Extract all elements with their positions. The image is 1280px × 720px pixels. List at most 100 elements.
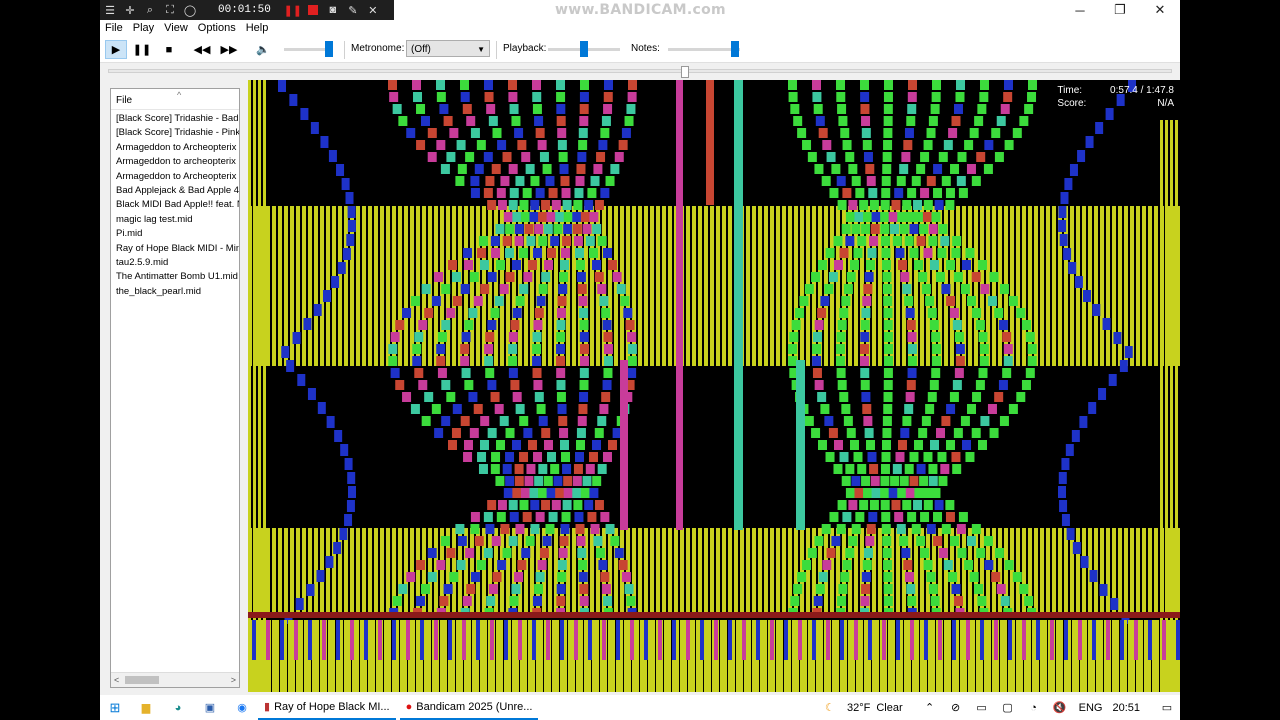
file-explorer-icon[interactable]: ▆: [130, 695, 162, 720]
scroll-thumb[interactable]: [125, 676, 159, 684]
note-bar: [1024, 104, 1034, 114]
file-list-item[interactable]: Armageddon to Archeopterix .: [116, 170, 239, 184]
camera-icon[interactable]: ◙: [323, 0, 343, 20]
note-bar: [815, 584, 825, 594]
pause-record-icon[interactable]: ❚❚: [283, 0, 303, 20]
note-bar: [881, 176, 891, 186]
crosshair-icon[interactable]: ✛: [120, 0, 140, 20]
notes-canvas: [248, 80, 1180, 692]
volume-button[interactable]: 🔈: [252, 40, 274, 59]
horizontal-scrollbar[interactable]: < >: [111, 672, 239, 687]
messenger-icon[interactable]: ◉: [226, 695, 258, 720]
file-list-item[interactable]: [Black Score] Tridashie - Bad A: [116, 112, 239, 126]
note-bar: [940, 236, 950, 246]
notes-slider-thumb[interactable]: [731, 41, 739, 57]
seek-thumb[interactable]: [681, 66, 689, 78]
file-list-item[interactable]: [Black Score] Tridashie - Pinkie: [116, 126, 239, 140]
note-bar: [857, 464, 867, 474]
menu-view[interactable]: View: [159, 20, 193, 37]
metronome-select[interactable]: (Off) ▼: [406, 40, 490, 57]
note-bar: [930, 104, 940, 114]
file-list-item[interactable]: Ray of Hope Black MIDI - Mine: [116, 242, 239, 256]
scroll-left-icon[interactable]: <: [114, 673, 119, 687]
edge-icon[interactable]: ◕: [162, 695, 194, 720]
chevron-up-icon[interactable]: ⌃: [917, 695, 943, 720]
file-list-item[interactable]: Pi.mid: [116, 227, 239, 241]
pause-button[interactable]: ❚❚: [131, 40, 153, 59]
notes-slider[interactable]: [668, 48, 740, 51]
scroll-right-icon[interactable]: >: [231, 673, 236, 687]
note-bar: [556, 368, 566, 378]
note-bar: [525, 164, 535, 174]
menu-play[interactable]: Play: [128, 20, 159, 37]
stop-button[interactable]: ■: [158, 40, 180, 59]
file-list-item[interactable]: the_black_pearl.mid: [116, 285, 239, 299]
note-bar: [888, 212, 898, 222]
language-indicator[interactable]: ENG: [1079, 702, 1103, 714]
note-bar: [557, 140, 567, 150]
volume-muted-icon[interactable]: 🔇: [1047, 695, 1073, 720]
note-bar: [991, 572, 1001, 582]
minimize-button[interactable]: ─: [1060, 0, 1100, 20]
note-bar: [1083, 290, 1092, 302]
note-bar: [975, 380, 985, 390]
play-button[interactable]: ▶: [105, 40, 127, 59]
fullscreen-icon[interactable]: ⛶: [160, 0, 180, 20]
note-bar: [414, 332, 424, 342]
weather-desc[interactable]: Clear: [876, 702, 902, 714]
note-bar: [1000, 104, 1010, 114]
weather-temp[interactable]: 32°F: [847, 702, 870, 714]
note-bar: [734, 80, 743, 530]
keyboard-top: [248, 612, 1180, 618]
file-list-item[interactable]: Armageddon to archeopterix .: [116, 155, 239, 169]
note-bar: [841, 296, 851, 306]
battery-icon[interactable]: ▭: [969, 695, 995, 720]
note-bar: [402, 392, 412, 402]
menu-icon[interactable]: ☰: [100, 0, 120, 20]
seek-bar[interactable]: [108, 69, 1172, 73]
start-button[interactable]: ⊞: [100, 695, 130, 720]
zoom-icon[interactable]: ⌕: [140, 0, 160, 20]
file-column-header[interactable]: File ^: [111, 89, 239, 110]
note-bar: [845, 464, 855, 474]
note-bar: [556, 332, 566, 342]
note-bar: [710, 206, 714, 366]
store-icon[interactable]: ▣: [194, 695, 226, 720]
note-bar: [899, 536, 909, 546]
drop-icon[interactable]: ◯: [180, 0, 200, 20]
notification-icon[interactable]: ▭: [1154, 695, 1180, 720]
weather-icon[interactable]: ☾: [819, 695, 841, 720]
note-bar: [883, 332, 893, 342]
taskbar-app-bandicam[interactable]: ● Bandicam 2025 (Unre...: [399, 695, 539, 720]
file-list-item[interactable]: magic lag test.mid: [116, 213, 239, 227]
volume-slider-thumb[interactable]: [325, 41, 333, 57]
note-bar: [509, 596, 519, 606]
stop-record-icon[interactable]: [307, 5, 318, 15]
file-list-item[interactable]: tau2.5.9.mid: [116, 256, 239, 270]
forward-button[interactable]: ▶▶: [218, 40, 240, 59]
close-recorder-icon[interactable]: ✕: [363, 0, 383, 20]
file-list-item[interactable]: Armageddon to Archeopterix .: [116, 141, 239, 155]
note-bar: [345, 192, 354, 204]
pen-icon[interactable]: ✎: [343, 0, 363, 20]
file-list-item[interactable]: Bad Applejack & Bad Apple 48: [116, 184, 239, 198]
note-bar: [1046, 206, 1050, 366]
clock[interactable]: 20:51: [1112, 702, 1140, 714]
menu-file[interactable]: File: [100, 20, 128, 37]
file-list-item[interactable]: Black MIDI Bad Apple!! feat. N: [116, 198, 239, 212]
rewind-button[interactable]: ◀◀: [191, 40, 213, 59]
network-off-icon[interactable]: ⊘: [943, 695, 969, 720]
close-button[interactable]: ✕: [1140, 0, 1180, 20]
note-bar: [456, 140, 466, 150]
wifi-icon[interactable]: ◔: [1021, 695, 1047, 720]
taskbar-app-midi-player[interactable]: ▮ Ray of Hope Black MI...: [258, 695, 396, 720]
playback-slider-thumb[interactable]: [580, 41, 588, 57]
file-list-item[interactable]: The Antimatter Bomb U1.mid: [116, 270, 239, 284]
note-bar: [850, 440, 859, 450]
piano-key: [288, 620, 295, 692]
maximize-button[interactable]: ❐: [1100, 0, 1140, 20]
note-bar: [484, 80, 493, 90]
display-icon[interactable]: ▢: [995, 695, 1021, 720]
menu-help[interactable]: Help: [241, 20, 274, 37]
menu-options[interactable]: Options: [193, 20, 241, 37]
